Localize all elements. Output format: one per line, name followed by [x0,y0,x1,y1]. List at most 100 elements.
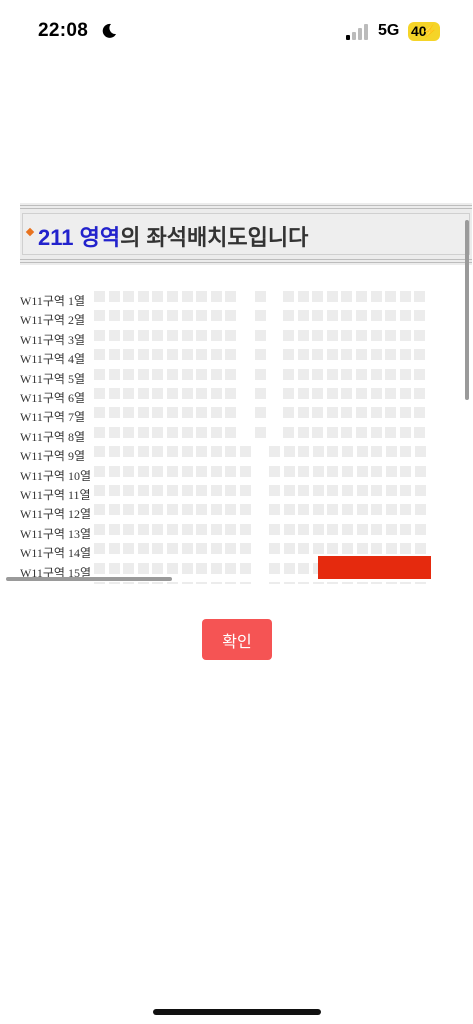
seat[interactable] [152,504,164,516]
seat[interactable] [298,582,310,584]
seat[interactable] [137,426,149,438]
seat[interactable] [196,407,208,419]
seat[interactable] [370,407,382,419]
seat[interactable] [385,310,397,322]
seat[interactable] [196,562,208,574]
seat[interactable] [399,291,411,302]
seat[interactable] [341,349,353,361]
seat[interactable] [385,407,397,419]
seat[interactable] [137,523,149,535]
seat[interactable] [327,523,339,535]
seat[interactable] [298,562,310,574]
seat[interactable] [385,426,397,438]
seat[interactable] [225,368,237,380]
seat[interactable] [385,465,397,477]
seat[interactable] [283,582,295,584]
seat[interactable] [240,543,251,555]
seat[interactable] [298,446,310,458]
seat[interactable] [326,426,338,438]
seat[interactable] [414,310,426,322]
seat[interactable] [196,504,208,516]
seat[interactable] [181,543,193,555]
home-indicator[interactable] [153,1009,321,1015]
seat[interactable] [327,582,339,584]
seat[interactable] [312,426,324,438]
seat[interactable] [108,562,120,574]
seat[interactable] [181,291,193,302]
seat[interactable] [342,582,353,584]
seat[interactable] [240,562,251,574]
seat[interactable] [385,368,397,380]
seat[interactable] [210,349,222,361]
seat[interactable] [283,291,294,302]
seat[interactable] [371,504,383,516]
seat[interactable] [210,582,222,584]
seat[interactable] [181,426,193,438]
seat[interactable] [225,485,237,496]
seat[interactable] [400,446,412,458]
seat[interactable] [108,310,120,322]
seat[interactable] [342,504,353,516]
seat[interactable] [94,523,105,535]
seat[interactable] [108,426,120,438]
seat[interactable] [269,582,280,584]
seat[interactable] [385,523,397,535]
seat[interactable] [181,465,193,477]
seat[interactable] [108,543,120,555]
seat[interactable] [283,349,294,361]
seat[interactable] [356,388,367,399]
seat[interactable] [123,504,135,516]
seat[interactable] [255,310,266,322]
seat[interactable] [94,407,105,419]
seat[interactable] [137,291,149,302]
seat[interactable] [196,446,208,458]
seat[interactable] [137,465,149,477]
seat[interactable] [94,368,105,380]
seat[interactable] [385,329,397,341]
seat[interactable] [210,504,222,516]
seat[interactable] [181,368,193,380]
seat[interactable] [152,426,164,438]
seat[interactable] [327,485,339,496]
seat[interactable] [415,523,426,535]
seat[interactable] [342,543,353,555]
seat[interactable] [342,485,353,496]
seat[interactable] [152,291,164,302]
seat[interactable] [181,523,193,535]
seat[interactable] [152,446,164,458]
seat[interactable] [269,504,280,516]
seat[interactable] [225,523,237,535]
seat[interactable] [196,291,208,302]
seat[interactable] [225,329,237,341]
seat[interactable] [312,582,324,584]
seat[interactable] [356,543,368,555]
seat[interactable] [196,485,208,496]
seat[interactable] [255,388,266,399]
seat[interactable] [210,426,222,438]
seat[interactable] [356,582,368,584]
seat[interactable] [152,562,164,574]
seat[interactable] [298,485,310,496]
seat[interactable] [356,523,368,535]
seat[interactable] [385,291,397,302]
seat[interactable] [181,582,193,584]
seat[interactable] [283,485,295,496]
seat[interactable] [123,446,135,458]
seat[interactable] [123,562,135,574]
seat[interactable] [269,543,280,555]
seat[interactable] [297,368,309,380]
seat[interactable] [326,368,338,380]
seat[interactable] [152,388,164,399]
seat[interactable] [283,543,295,555]
seat[interactable] [94,426,105,438]
seat[interactable] [283,407,294,419]
seat[interactable] [342,523,353,535]
seat[interactable] [341,388,353,399]
seat[interactable] [385,485,397,496]
seat[interactable] [210,446,222,458]
seat[interactable] [137,446,149,458]
seat[interactable] [312,388,324,399]
seat[interactable] [399,349,411,361]
seat[interactable] [399,388,411,399]
seat[interactable] [137,407,149,419]
